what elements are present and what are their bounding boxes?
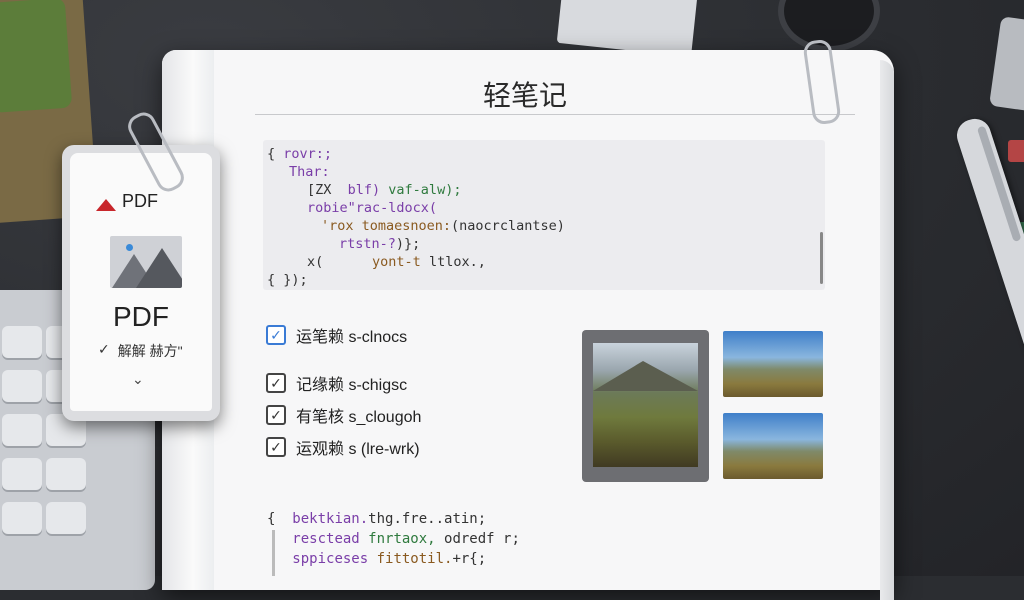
code-line: sppiceses fittotil.+r{; (267, 551, 486, 567)
checkbox[interactable]: ✓ (266, 437, 286, 457)
pdf-subtitle: ✓ 解解 赫方" (98, 341, 183, 361)
green-note (0, 0, 73, 113)
page-title: 轻笔记 (482, 79, 567, 112)
code-line: rtstn-?)}; (339, 236, 420, 252)
code-token: )}; (395, 236, 421, 252)
notebook-edge (880, 60, 894, 600)
pdf-card[interactable]: PDF PDF ✓ 解解 赫方" ⌄ (62, 145, 220, 421)
code-token: blf) (331, 182, 389, 198)
code-token: vaf-alw); (388, 182, 462, 198)
image-placeholder-icon (110, 236, 182, 288)
code-line: Thar: (289, 164, 330, 180)
pdf-logo-icon (96, 193, 116, 211)
code-block[interactable]: { rovr:; Thar: [ZX blf) vaf-alw); robie"rac… (263, 140, 825, 290)
code-token: sppiceses (292, 551, 377, 567)
code-token: resctead (292, 531, 369, 547)
code-token: fittotil. (376, 551, 453, 567)
code-line: { }); (267, 272, 308, 288)
code-token: x( (307, 254, 324, 270)
pdf-title: PDF (113, 301, 169, 332)
code-line: resctead fnrtaox, odredf r; (267, 531, 520, 547)
code-token: ltlox., (428, 254, 486, 270)
code-token: +r{; (452, 551, 487, 567)
chevron-down-icon[interactable]: ⌄ (132, 371, 144, 388)
pdf-header-label: PDF (122, 191, 158, 211)
red-tab (1008, 140, 1024, 162)
code-token: rtstn-? (339, 236, 396, 252)
check-icon: ✓ (98, 341, 110, 357)
checklist-item[interactable]: ✓ 运笔赖 s-clnocs (266, 323, 407, 347)
code-line: robie"rac-ldocx( (307, 200, 437, 216)
code-token: bektkian. (292, 511, 369, 527)
code-token: { }); (267, 272, 308, 288)
checklist-item[interactable]: ✓ 记缘赖 s-chigsc (266, 371, 407, 395)
code-token: odredf r; (444, 531, 520, 547)
checklist-item[interactable]: ✓ 有笔核 s_clougoh (266, 403, 421, 427)
code-line: { bektkian.thg.fre..atin; (267, 511, 486, 527)
pdf-card-inner: PDF PDF ✓ 解解 赫方" ⌄ (70, 153, 212, 411)
code-line: { rovr:; (267, 146, 332, 162)
title-divider (255, 114, 855, 115)
checklist-label: 记缘赖 s-chigsc (296, 377, 408, 394)
code-scrollbar[interactable] (820, 232, 823, 284)
main-photo[interactable] (593, 343, 698, 467)
checklist-label: 运观赖 s (lre-wrk) (296, 441, 420, 458)
checkbox[interactable]: ✓ (266, 405, 286, 425)
code-token: { (267, 511, 293, 527)
thumbnail-photo-1[interactable] (723, 331, 823, 397)
code-token: thg.fre..atin; (368, 511, 487, 527)
checkbox[interactable]: ✓ (266, 373, 286, 393)
pdf-subtitle-text: 解解 赫方" (117, 343, 183, 359)
code-token: fnrtaox, (368, 531, 445, 547)
code-token: [ZX (307, 182, 332, 198)
pdf-header: PDF (96, 191, 158, 212)
code-block-2[interactable]: { bektkian.thg.fre..atin; resctead fnrta… (263, 508, 663, 578)
code-token: robie"rac-ldocx( (307, 200, 438, 216)
code-line: 'rox tomaesnoen:(naocrclantse) (321, 218, 565, 234)
checklist-item[interactable]: ✓ 运观赖 s (lre-wrk) (266, 435, 420, 459)
code-token: (naocrclantse) (451, 218, 565, 234)
code-token: yont-t (323, 254, 429, 270)
checkbox[interactable]: ✓ (266, 325, 286, 345)
code-token: { (267, 146, 284, 162)
code-line: x( yont-t ltlox., (307, 254, 486, 270)
code-line: [ZX blf) vaf-alw); (307, 182, 461, 198)
thumbnail-photo-2[interactable] (723, 413, 823, 479)
checklist-label: 运笔赖 s-clnocs (296, 329, 408, 346)
code-token: 'rox tomaesnoen: (321, 218, 452, 234)
code-token: rovr:; (283, 146, 333, 162)
checklist-label: 有笔核 s_clougoh (296, 409, 422, 426)
code-token: Thar: (289, 164, 330, 180)
